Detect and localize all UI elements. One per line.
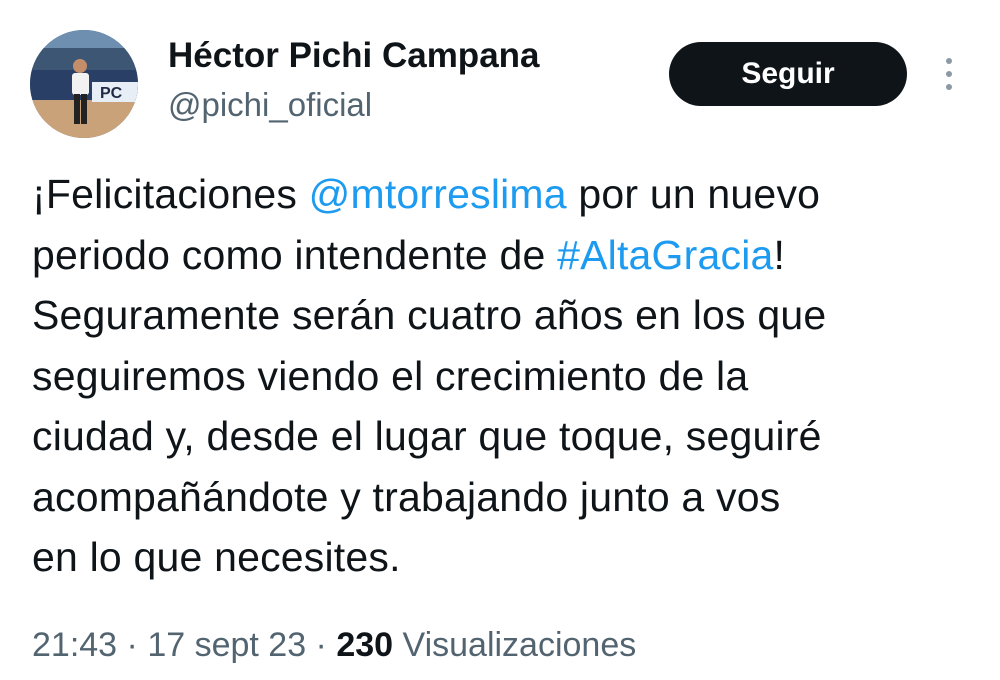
hashtag-link[interactable]: #AltaGracia: [557, 232, 773, 278]
tweet-line: acompañándote y trabajando junto a vos: [32, 473, 781, 520]
meta-separator: ·: [117, 626, 148, 664]
svg-text:PC: PC: [100, 85, 123, 102]
avatar[interactable]: PC: [30, 30, 138, 138]
views-count: 230: [336, 626, 394, 664]
tweet-text-segment: periodo como intendente de: [32, 231, 558, 278]
views-label: Visualizaciones: [393, 626, 637, 664]
tweet-text-segment: ¡Felicitaciones: [32, 171, 309, 217]
tweet-line: ¡Felicitaciones @mtorreslima por un nuev…: [32, 164, 982, 225]
follow-button[interactable]: Seguir: [669, 42, 907, 106]
tweet-time[interactable]: 21:43: [32, 626, 117, 664]
tweet-text: ¡Felicitaciones @mtorreslima por un nuev…: [32, 164, 982, 588]
mention-link[interactable]: @mtorreslima: [309, 171, 567, 217]
display-name[interactable]: Héctor Pichi Campana: [168, 36, 540, 76]
tweet-line: en lo que necesites.: [32, 534, 401, 580]
tweet-meta: 21:43 · 17 sept 23 · 230 Visualizaciones: [32, 626, 636, 665]
profile-photo: PC: [30, 30, 138, 138]
tweet-line: Seguramente serán cuatro años en los que: [32, 292, 827, 338]
tweet-text-segment: por un nuevo: [566, 171, 821, 217]
user-handle[interactable]: @pichi_oficial: [168, 86, 372, 124]
tweet-text-segment: !: [773, 231, 786, 278]
tweet-date[interactable]: 17 sept 23: [147, 626, 306, 664]
tweet-line: periodo como intendente de #AltaGracia!: [32, 225, 982, 286]
tweet-line: seguiremos viendo el crecimiento de la: [32, 352, 749, 399]
meta-separator: ·: [306, 626, 337, 664]
more-vertical-icon[interactable]: [934, 52, 964, 96]
tweet-line: ciudad y, desde el lugar que toque, segu…: [32, 413, 822, 459]
